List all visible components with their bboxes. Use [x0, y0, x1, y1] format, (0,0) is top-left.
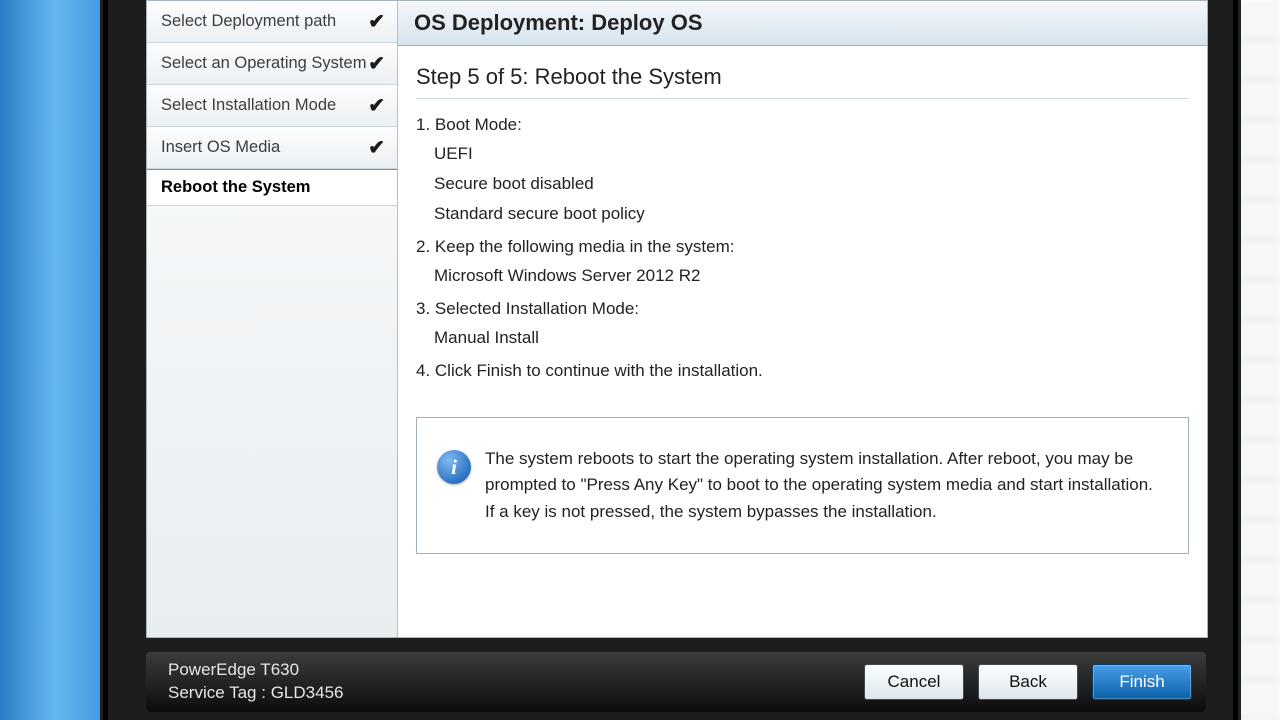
boot-mode-value: UEFI: [434, 139, 1189, 169]
step-label: Select an Operating System: [161, 54, 366, 73]
step-select-operating-system[interactable]: Select an Operating System ✔: [147, 43, 397, 85]
checkmark-icon: ✔: [368, 135, 385, 160]
checkmark-icon: ✔: [368, 51, 385, 76]
checkmark-icon: ✔: [368, 9, 385, 34]
info-notice: i The system reboots to start the operat…: [416, 417, 1189, 554]
secure-boot-policy-value: Standard secure boot policy: [434, 199, 1189, 229]
install-mode-label: 3. Selected Installation Mode:: [416, 299, 1189, 319]
page-title: OS Deployment: Deploy OS: [398, 1, 1207, 46]
boot-mode-label: 1. Boot Mode:: [416, 115, 1189, 135]
step-label: Reboot the System: [161, 178, 310, 197]
step-label: Select Installation Mode: [161, 96, 336, 115]
lifecycle-controller-window: Select Deployment path ✔ Select an Opera…: [108, 0, 1233, 720]
info-text: The system reboots to start the operatin…: [485, 446, 1158, 525]
step-reboot-the-system[interactable]: Reboot the System: [147, 169, 397, 206]
system-info: PowerEdge T630 Service Tag : GLD3456: [168, 659, 343, 705]
secure-boot-value: Secure boot disabled: [434, 169, 1189, 199]
install-mode-value: Manual Install: [434, 323, 1189, 353]
wizard-panel: Select Deployment path ✔ Select an Opera…: [146, 0, 1208, 638]
wizard-content: OS Deployment: Deploy OS Step 5 of 5: Re…: [398, 1, 1207, 637]
checkmark-icon: ✔: [368, 93, 385, 118]
wizard-body: Step 5 of 5: Reboot the System 1. Boot M…: [398, 46, 1207, 568]
step-heading: Step 5 of 5: Reboot the System: [416, 64, 1189, 99]
media-label: 2. Keep the following media in the syste…: [416, 237, 1189, 257]
background-right: [1228, 0, 1280, 720]
cancel-button[interactable]: Cancel: [864, 664, 964, 700]
back-button[interactable]: Back: [978, 664, 1078, 700]
system-model: PowerEdge T630: [168, 659, 343, 682]
step-label: Select Deployment path: [161, 12, 336, 31]
step-select-deployment-path[interactable]: Select Deployment path ✔: [147, 1, 397, 43]
media-value: Microsoft Windows Server 2012 R2: [434, 261, 1189, 291]
finish-instruction: 4. Click Finish to continue with the ins…: [416, 361, 1189, 381]
step-label: Insert OS Media: [161, 138, 280, 157]
service-tag: Service Tag : GLD3456: [168, 682, 343, 705]
step-select-installation-mode[interactable]: Select Installation Mode ✔: [147, 85, 397, 127]
step-insert-os-media[interactable]: Insert OS Media ✔: [147, 127, 397, 169]
footer-bar: PowerEdge T630 Service Tag : GLD3456 Can…: [146, 652, 1206, 712]
wizard-steps: Select Deployment path ✔ Select an Opera…: [147, 1, 398, 637]
desktop-background: [0, 0, 110, 720]
info-icon: i: [437, 450, 471, 484]
finish-button[interactable]: Finish: [1092, 664, 1192, 700]
footer-buttons: Cancel Back Finish: [864, 664, 1192, 700]
